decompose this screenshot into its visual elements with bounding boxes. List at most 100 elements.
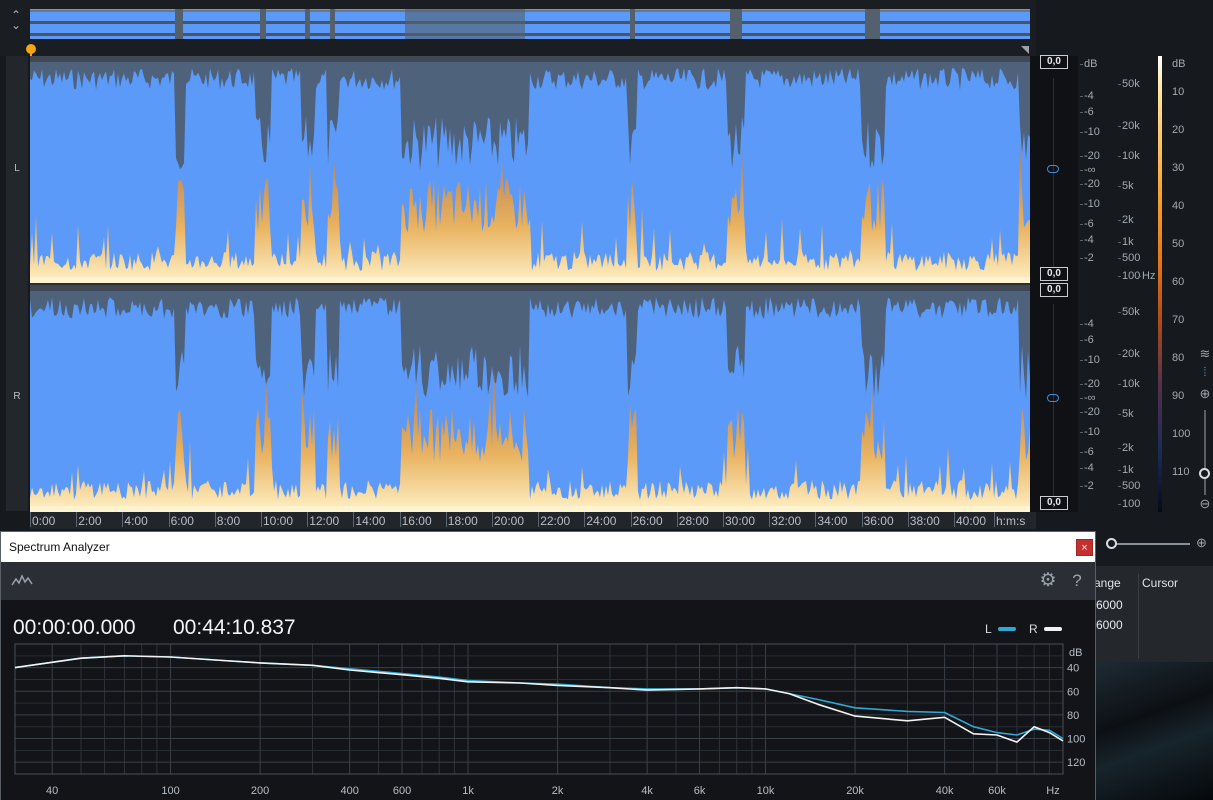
db-tick: -10 [1080,198,1100,210]
x-tick-label: 1k [462,785,474,797]
x-tick-label: 20k [846,785,864,797]
db-tick: -6 [1080,106,1094,118]
waveform-view-icon[interactable] [11,572,33,588]
overview-waveform-bar[interactable]: ⌃ ⌄ [0,0,1036,56]
colorbar-tick: 110 [1172,466,1190,478]
hz-tick: 2k [1118,442,1134,454]
time-ruler-label: 36:00 [861,512,894,528]
end-marker-icon[interactable] [1021,46,1029,54]
db-tick: -4 [1080,462,1094,474]
hz-tick: 20k [1118,120,1140,132]
time-ruler-label: 6:00 [168,512,194,528]
legend-swatch-r [1044,627,1062,631]
legend-swatch-l [998,627,1016,631]
view-zoom-tools: ≋ ⦙ ⊕ ⊖ [1196,340,1213,530]
vertical-zoom-slider[interactable] [1204,410,1206,495]
zoom-out-vertical-icon[interactable]: ⊖ [1197,496,1213,512]
time-ruler-label: 22:00 [538,512,571,528]
hz-tick: 10k [1118,150,1140,162]
hz-tick: 50k [1118,306,1140,318]
cursor-column-header: Cursor [1142,576,1179,590]
peak-value-right-top: 0,0 [1040,283,1068,297]
spectrum-analyzer-toolbar: ⚙ ? [1,562,1095,600]
selection-start-time: 00:00:00.000 [13,616,136,639]
x-tick-label: 6k [694,785,706,797]
series-line-l [14,655,1064,740]
amp-zoom-handle-right[interactable] [1047,394,1059,402]
channel-left-view[interactable] [30,56,1030,283]
db-tick: -4 [1080,318,1094,330]
time-ruler-label: 4:00 [122,512,148,528]
spectrum-chart[interactable]: 40 60 80 100 120 dB 40 100 200 400 600 1k 2k 4k 6k 10k 2… [1,642,1095,800]
column-separator [1138,574,1139,658]
x-tick-label: 2k [552,785,564,797]
hz-tick: 20k [1118,348,1140,360]
hz-tick: 10k [1118,378,1140,390]
amp-zoom-handle-left[interactable] [1047,165,1059,173]
db-tick: -20 [1080,150,1100,162]
peak-value-right-bottom: 0,0 [1040,496,1068,510]
range-value: 6000 [1096,618,1123,632]
db-tick: -4 [1080,234,1094,246]
playhead-marker-icon[interactable] [25,44,37,56]
horizontal-zoom-slider[interactable] [1110,543,1190,545]
channel-right-spectrogram [30,285,1030,512]
time-ruler-label: 40:00 [953,512,987,528]
spectrogram-mode-icon[interactable]: ⦙ [1197,364,1213,380]
close-button[interactable]: × [1076,539,1093,556]
legend-label-r: R [1029,622,1038,636]
db-tick: -20 [1080,378,1100,390]
legend-label-l: L [985,622,992,636]
colorbar-unit: dB [1172,58,1186,70]
db-tick: -10 [1080,426,1100,438]
series-line-r [14,655,1064,743]
zoom-in-vertical-icon[interactable]: ⊕ [1197,386,1213,402]
range-column-header: ange [1094,576,1121,590]
time-ruler-label: 8:00 [214,512,241,528]
channel-right-view[interactable] [30,285,1030,512]
time-ruler-label: 20:00 [491,512,525,528]
db-unit-label: dB [1079,58,1098,70]
x-tick-label: Hz [1046,785,1059,797]
db-tick: -∞ [1080,392,1096,404]
horizontal-zoom-handle[interactable] [1106,538,1117,549]
spectrum-analyzer-window[interactable]: Spectrum Analyzer × ⚙ ? 00:00:00.000 00:… [0,531,1096,800]
x-tick-label: 40k [936,785,954,797]
collapse-icon[interactable]: ⌃ ⌄ [8,9,24,32]
time-ruler-label: 2:00 [76,512,102,528]
y-tick-label: 100 [1067,734,1085,746]
x-tick-label: 40 [46,785,58,797]
y-tick-label: 60 [1067,686,1079,698]
db-scale: dB -4 -6 -10 -20 -∞ -20 -10 -6 -4 -2 -4 … [1078,56,1118,512]
spectrum-analyzer-body: 00:00:00.000 00:44:10.837 L R 40 60 80 100 1… [1,600,1095,800]
overview-waveform[interactable] [30,9,1030,39]
hz-tick: 2k [1118,214,1134,226]
amp-track-left [1053,78,1054,268]
help-icon[interactable]: ? [1069,570,1085,592]
x-tick-label: 600 [393,785,411,797]
db-tick: -2 [1080,480,1094,492]
db-tick: -20 [1080,178,1100,190]
vertical-zoom-handle[interactable] [1199,468,1210,479]
settings-gear-icon[interactable]: ⚙ [1037,570,1059,592]
spectrogram-waveform-view[interactable] [30,56,1030,512]
peak-value-left-bottom: 0,0 [1040,267,1068,281]
y-axis-unit: dB [1069,647,1082,659]
channel-label-column: L R [6,56,28,511]
db-tick: -6 [1080,218,1094,230]
db-tick: -10 [1080,354,1100,366]
spectrum-analyzer-titlebar[interactable]: Spectrum Analyzer × [1,532,1095,562]
db-tick: -20 [1080,406,1100,418]
time-ruler-label: 38:00 [907,512,940,528]
colorbar-tick: 60 [1172,276,1185,288]
colorbar-tick: 20 [1172,124,1185,136]
time-ruler-label: 16:00 [399,512,432,528]
x-tick-label: 60k [988,785,1006,797]
hz-unit-label: Hz [1137,270,1156,282]
time-unit-label: h:m:s [993,512,1026,528]
hz-tick: 5k [1118,408,1134,420]
amplitude-scale[interactable]: 0,0 0,0 0,0 0,0 [1030,55,1078,512]
zoom-in-horizontal-icon[interactable]: ⊕ [1196,535,1212,551]
waveform-mode-icon[interactable]: ≋ [1197,346,1213,362]
time-ruler[interactable]: 0:00 2:00 4:00 6:00 8:00 10:00 12:00 14:00 16:00… [29,512,1036,529]
